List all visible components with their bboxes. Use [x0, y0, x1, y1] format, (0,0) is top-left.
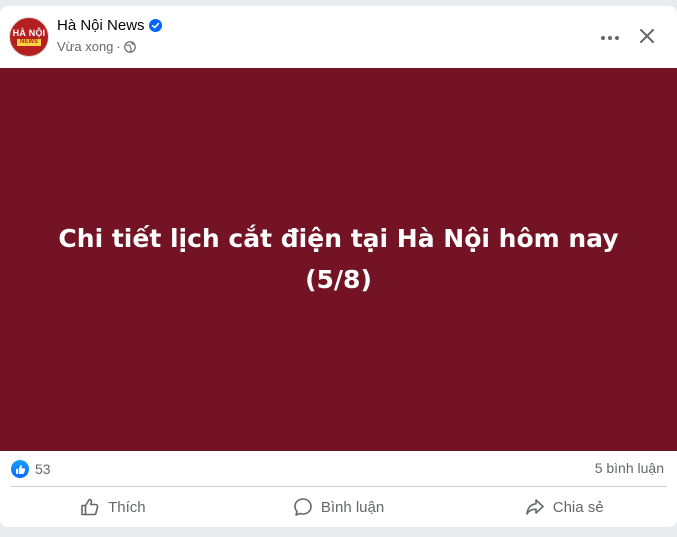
more-options-button[interactable]: [596, 24, 624, 52]
thumbs-up-icon: [81, 498, 99, 516]
post-card: HÀ NỘI NEWS Hà Nội News Vừa xong · Chi t…: [0, 6, 677, 527]
close-icon: [640, 29, 654, 43]
share-arrow-icon: [525, 499, 544, 515]
meta-separator: ·: [116, 39, 121, 54]
share-button-label: Chia sẻ: [552, 498, 604, 516]
post-image[interactable]: Chi tiết lịch cắt điện tại Hà Nội hôm na…: [0, 68, 677, 451]
avatar-text-top: HÀ NỘI: [12, 27, 46, 38]
verified-badge-icon: [148, 19, 162, 32]
close-button[interactable]: [633, 22, 661, 50]
globe-icon[interactable]: [123, 40, 136, 53]
avatar-text-bottom: NEWS: [17, 38, 41, 46]
action-bar: Thích Bình luận Chia sẻ: [0, 489, 677, 525]
post-meta: Vừa xong ·: [57, 39, 136, 54]
like-reaction-icon[interactable]: [11, 460, 29, 478]
like-button-label: Thích: [108, 498, 146, 516]
page-name-row: Hà Nội News: [57, 17, 162, 34]
post-timestamp[interactable]: Vừa xong: [57, 39, 113, 54]
stats-divider: [10, 486, 667, 487]
reaction-count[interactable]: 53: [35, 461, 51, 477]
comment-button-label: Bình luận: [320, 498, 385, 516]
like-button[interactable]: Thích: [0, 489, 226, 525]
comment-count[interactable]: 5 bình luận: [595, 460, 664, 476]
share-button[interactable]: Chia sẻ: [451, 489, 677, 525]
post-header: HÀ NỘI NEWS Hà Nội News Vừa xong ·: [0, 6, 677, 68]
comment-bubble-icon: [294, 498, 312, 516]
post-headline: Chi tiết lịch cắt điện tại Hà Nội hôm na…: [58, 223, 619, 294]
comment-button[interactable]: Bình luận: [226, 489, 452, 525]
page-avatar[interactable]: HÀ NỘI NEWS: [9, 17, 49, 57]
more-dots-icon: [601, 36, 619, 40]
post-stats: 53 5 bình luận: [0, 451, 677, 486]
page-name-link[interactable]: Hà Nội News: [57, 17, 145, 34]
